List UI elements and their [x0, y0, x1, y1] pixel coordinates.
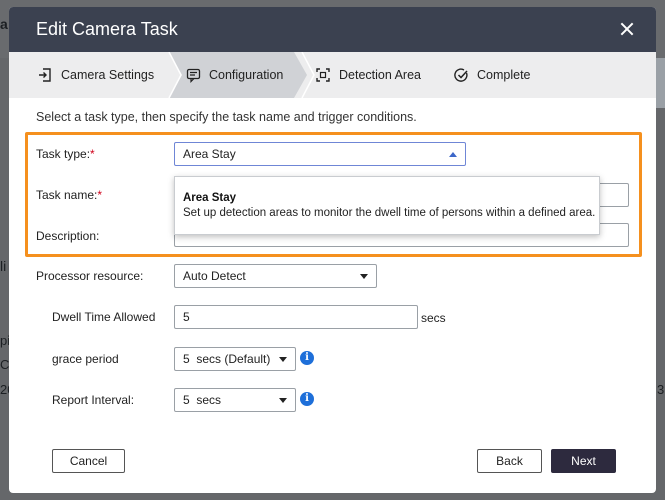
step-label: Configuration: [209, 68, 284, 82]
step-label: Complete: [477, 68, 531, 82]
task-type-select[interactable]: Area Stay: [174, 142, 466, 166]
chevron-down-icon: [279, 397, 287, 403]
grace-period-label: grace period: [52, 352, 119, 366]
login-arrow-icon: [37, 67, 53, 83]
dialog-header: Edit Camera Task: [9, 7, 656, 52]
report-interval-select[interactable]: 5 secs: [174, 388, 296, 412]
task-type-dropdown-list: Area Stay Set up detection areas to moni…: [174, 176, 600, 235]
task-name-label-text: Task name:: [36, 188, 98, 202]
processor-resource-value: Auto Detect: [183, 269, 246, 283]
processor-resource-select[interactable]: Auto Detect: [174, 264, 377, 288]
dropdown-option-description[interactable]: Set up detection areas to monitor the dw…: [183, 207, 595, 219]
task-type-value: Area Stay: [183, 147, 236, 161]
wizard-steps: Camera Settings Configuration Detection …: [9, 52, 656, 98]
step-complete[interactable]: Complete: [453, 52, 531, 98]
step-configuration[interactable]: Configuration: [185, 52, 283, 98]
info-icon[interactable]: i: [300, 351, 314, 365]
background-thumbnail: [656, 58, 665, 108]
dwell-time-value: 5: [183, 310, 190, 324]
grace-period-value: 5 secs (Default): [183, 352, 271, 366]
processor-resource-label: Processor resource:: [36, 269, 144, 283]
dwell-time-input[interactable]: 5: [174, 305, 418, 329]
dwell-time-label: Dwell Time Allowed: [52, 310, 156, 324]
required-mark: *: [90, 147, 95, 161]
step-separator-icon: [168, 52, 182, 98]
step-label: Detection Area: [339, 68, 421, 82]
step-camera-settings[interactable]: Camera Settings: [37, 52, 154, 98]
focus-frame-icon: [315, 67, 331, 83]
dialog-title: Edit Camera Task: [36, 19, 178, 39]
step-label: Camera Settings: [61, 68, 155, 82]
next-button[interactable]: Next: [551, 449, 616, 473]
step-detection-area[interactable]: Detection Area: [315, 52, 421, 98]
chevron-down-icon: [360, 273, 368, 279]
back-button[interactable]: Back: [477, 449, 542, 473]
report-interval-label: Report Interval:: [52, 393, 135, 407]
intro-text: Select a task type, then specify the tas…: [36, 110, 417, 124]
dropdown-option-title[interactable]: Area Stay: [183, 192, 591, 204]
config-chat-icon: [185, 67, 201, 83]
chevron-down-icon: [279, 356, 287, 362]
report-interval-value: 5 secs: [183, 393, 222, 407]
edit-camera-task-dialog: Edit Camera Task Camera Settings Configu…: [9, 7, 656, 493]
step-separator-icon: [301, 52, 315, 98]
required-mark: *: [97, 188, 103, 202]
grace-period-select[interactable]: 5 secs (Default): [174, 347, 296, 371]
dwell-time-unit: secs: [421, 311, 446, 325]
chevron-up-icon: [449, 151, 457, 157]
cancel-button[interactable]: Cancel: [52, 449, 125, 473]
description-label: Description:: [36, 229, 100, 243]
close-icon[interactable]: [616, 19, 638, 41]
check-circle-icon: [453, 67, 469, 83]
task-type-label-text: Task type:: [36, 147, 91, 161]
info-icon[interactable]: i: [300, 392, 314, 406]
task-type-label: Task type:*: [36, 147, 95, 161]
task-name-label: Task name:*: [36, 188, 102, 202]
